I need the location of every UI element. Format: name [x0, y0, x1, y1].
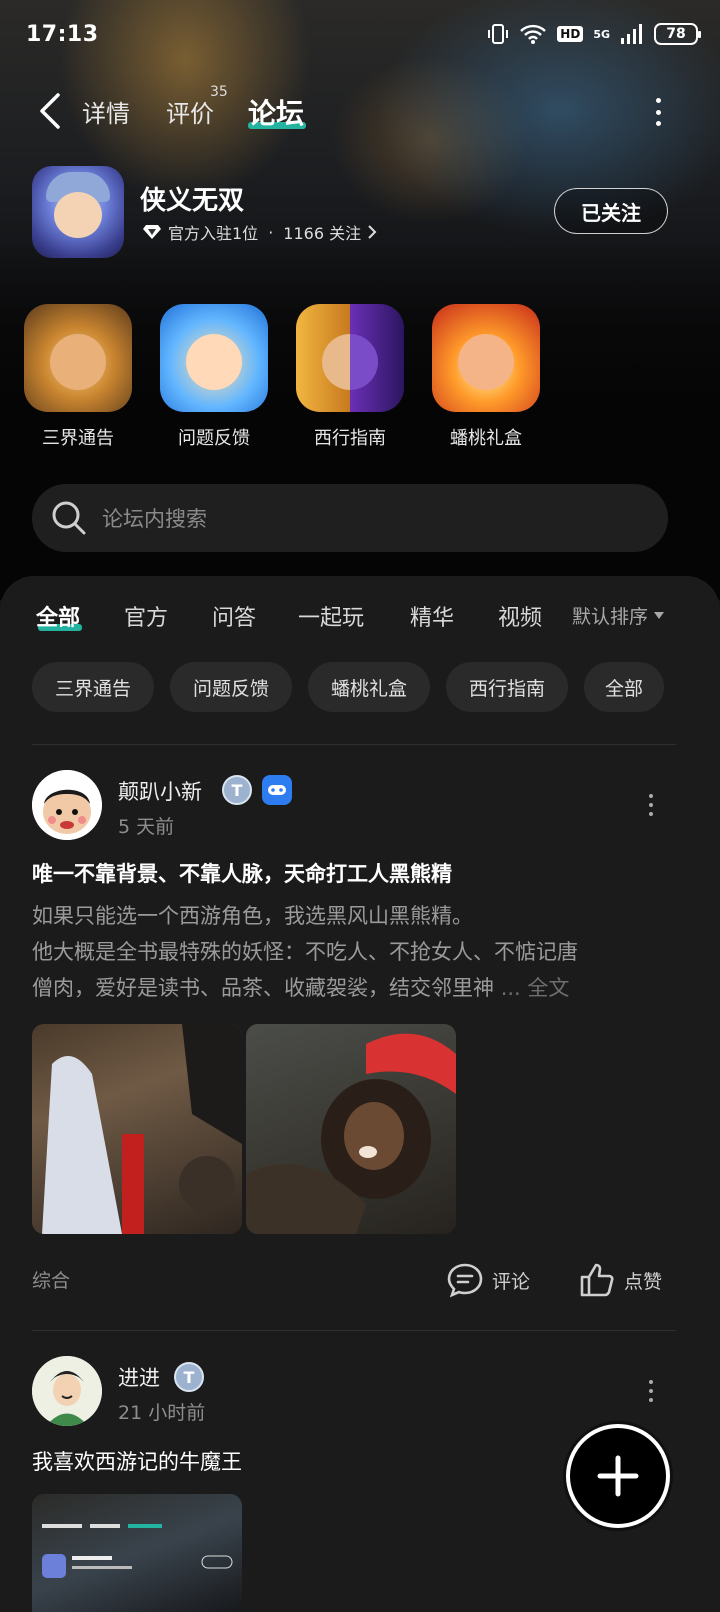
category-tab-featured[interactable]: 精华: [410, 600, 454, 632]
reviews-count-badge: 35: [210, 84, 228, 100]
like-button[interactable]: 点赞: [578, 1262, 662, 1298]
official-count: 官方入驻1位: [168, 224, 259, 243]
diamond-icon: [143, 225, 161, 239]
vibrate-icon: [488, 24, 509, 44]
post-time: 21 小时前: [118, 1402, 206, 1424]
user-level-badge-icon: T: [174, 1362, 204, 1392]
section-divider: [32, 744, 676, 745]
search-placeholder: 论坛内搜索: [102, 507, 207, 531]
shortcut-label: 西行指南: [314, 428, 386, 449]
chip-announcements[interactable]: 三界通告: [32, 662, 154, 712]
gamer-badge-icon: [262, 775, 292, 805]
shortcut-tile-announcements[interactable]: [24, 304, 132, 412]
thumbs-up-icon: [580, 1263, 614, 1297]
post-excerpt-line: 他大概是全书最特殊的妖怪：不吃人、不抢女人、不惦记唐: [32, 940, 578, 964]
post-image[interactable]: [246, 1024, 456, 1234]
shortcut-label: 三界通告: [42, 428, 114, 449]
post-excerpt-text: 僧肉，爱好是读书、品茶、收藏袈裟，结交邻里神: [32, 976, 494, 1000]
post-category-tag[interactable]: 综合: [32, 1266, 70, 1293]
sort-label: 默认排序: [572, 606, 649, 628]
chevron-right-icon: [368, 225, 377, 239]
category-tab-qa[interactable]: 问答: [212, 600, 256, 632]
like-label: 点赞: [624, 1270, 663, 1293]
avatar-illustration: [32, 770, 102, 840]
create-post-button[interactable]: [566, 1424, 670, 1528]
post-time: 5 天前: [118, 816, 175, 838]
author-avatar[interactable]: [32, 1356, 102, 1426]
comment-label: 评论: [492, 1270, 531, 1293]
post-excerpt-line: 如果只能选一个西游角色，我选黑风山黑熊精。: [32, 904, 473, 928]
post-more-icon[interactable]: [648, 1380, 654, 1402]
shortcut-label: 问题反馈: [178, 428, 250, 449]
shortcut-tile-guide[interactable]: [296, 304, 404, 412]
status-icons: HD 5G 78: [487, 22, 701, 46]
post-image-thumbnail[interactable]: [32, 1494, 242, 1612]
comment-button[interactable]: 评论: [446, 1262, 530, 1298]
chip-all[interactable]: 全部: [584, 662, 664, 712]
network-type: 5G: [593, 27, 610, 41]
post-more-icon[interactable]: [648, 794, 654, 816]
post-author[interactable]: 颠趴小新: [118, 776, 202, 806]
caret-down-icon: [654, 611, 665, 619]
author-avatar[interactable]: [32, 770, 102, 840]
back-arrow-icon[interactable]: [36, 92, 66, 130]
tab-reviews[interactable]: 评价: [166, 94, 214, 129]
tab-forum[interactable]: 论坛: [248, 92, 304, 132]
category-tab-play-together[interactable]: 一起玩: [298, 600, 364, 632]
chip-feedback[interactable]: 问题反馈: [170, 662, 292, 712]
game-meta[interactable]: 官方入驻1位 · 1166 关注: [142, 220, 377, 244]
battery-icon: 78: [654, 23, 701, 45]
more-options-icon[interactable]: [654, 98, 662, 126]
post-excerpt-line: 僧肉，爱好是读书、品茶、收藏袈裟，结交邻里神 ... 全文: [32, 970, 672, 1006]
forum-search-bar[interactable]: 论坛内搜索: [32, 484, 668, 552]
post-title[interactable]: 唯一不靠背景、不靠人脉，天命打工人黑熊精: [32, 858, 452, 888]
shortcut-tile-gift[interactable]: [432, 304, 540, 412]
search-icon: [52, 501, 86, 535]
signal-icon: [621, 24, 642, 44]
follow-count: 1166 关注: [283, 224, 362, 243]
status-time: 17:13: [26, 22, 99, 47]
wifi-icon: [520, 24, 547, 44]
chip-gift[interactable]: 蟠桃礼盒: [308, 662, 430, 712]
game-app-icon[interactable]: [32, 166, 124, 258]
category-tab-video[interactable]: 视频: [498, 600, 542, 632]
category-tab-all[interactable]: 全部: [36, 600, 80, 632]
follow-button[interactable]: 已关注: [554, 188, 668, 234]
plus-icon: [597, 1455, 639, 1497]
tab-details[interactable]: 详情: [82, 94, 130, 129]
comment-icon: [447, 1263, 483, 1298]
sort-dropdown[interactable]: 默认排序: [572, 602, 665, 629]
read-full-link[interactable]: ... 全文: [501, 976, 570, 1000]
hd-icon: HD: [557, 26, 584, 42]
chip-guide[interactable]: 西行指南: [446, 662, 568, 712]
user-level-badge-icon: T: [222, 775, 252, 805]
game-title: 侠义无双: [140, 186, 245, 216]
meta-separator: ·: [268, 222, 274, 242]
post-excerpt[interactable]: 如果只能选一个西游角色，我选黑风山黑熊精。 他大概是全书最特殊的妖怪：不吃人、不…: [32, 898, 672, 1006]
shortcut-label: 蟠桃礼盒: [450, 428, 522, 449]
post-author[interactable]: 进进: [118, 1362, 160, 1392]
post-title[interactable]: 我喜欢西游记的牛魔王: [32, 1446, 242, 1476]
shortcut-tile-feedback[interactable]: [160, 304, 268, 412]
post-divider: [32, 1330, 676, 1331]
avatar-illustration: [32, 1356, 102, 1426]
category-tab-official[interactable]: 官方: [124, 600, 168, 632]
post-image[interactable]: [32, 1024, 242, 1234]
